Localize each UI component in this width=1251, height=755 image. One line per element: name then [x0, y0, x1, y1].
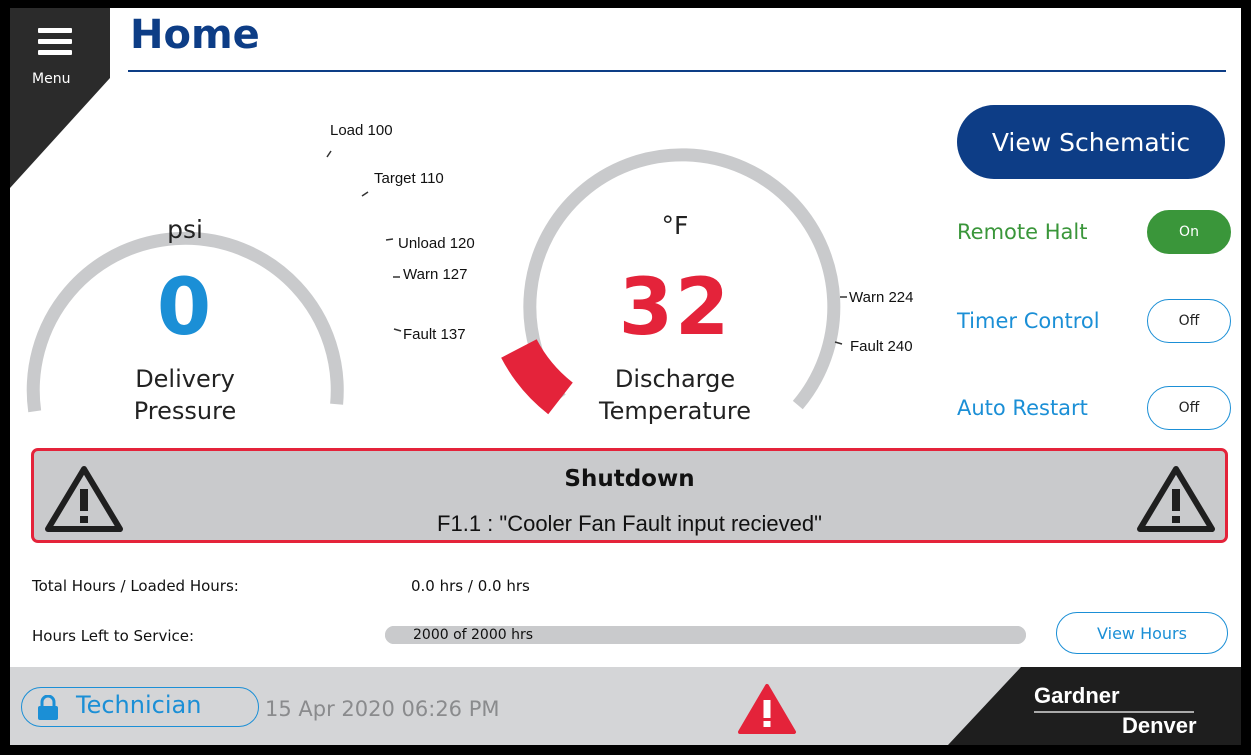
temperature-name: Discharge Temperature	[565, 363, 785, 427]
alarm-title: Shutdown	[564, 466, 695, 492]
temperature-name-line2: Temperature	[598, 397, 752, 425]
total-hours-value: 0.0 hrs / 0.0 hrs	[411, 577, 530, 595]
temperature-value: 32	[618, 263, 732, 353]
total-hours-label: Total Hours / Loaded Hours:	[32, 577, 239, 595]
warning-triangle-icon	[1137, 466, 1215, 532]
temperature-name-line1: Discharge	[614, 365, 736, 393]
view-hours-button[interactable]: View Hours	[1056, 612, 1228, 654]
alarm-banner[interactable]: Shutdown F1.1 : "Cooler Fan Fault input …	[31, 448, 1228, 543]
remote-halt-label: Remote Halt	[957, 220, 1088, 244]
svg-text:Gardner: Gardner	[1034, 683, 1120, 708]
view-schematic-button[interactable]: View Schematic	[957, 105, 1225, 179]
temperature-gauge: Warn 224 Fault 240	[501, 148, 913, 415]
status-bar: Technician 15 Apr 2020 06:26 PM Gardner …	[10, 667, 1241, 745]
temperature-unit: °F	[661, 211, 689, 240]
service-hours-label: Hours Left to Service:	[32, 627, 195, 645]
timer-control-label: Timer Control	[957, 309, 1100, 333]
auto-restart-toggle[interactable]: Off	[1147, 386, 1231, 430]
tick-mark-fault-temp	[834, 341, 843, 345]
auto-restart-label: Auto Restart	[957, 396, 1088, 420]
gardner-denver-logo: Gardner Denver	[948, 667, 1241, 745]
threshold-label-fault-temp: Fault 240	[850, 338, 913, 355]
service-progress-bar: 2000 of 2000 hrs	[385, 626, 1026, 644]
temperature-level-arc	[501, 338, 574, 415]
svg-text:Denver: Denver	[1122, 713, 1197, 738]
timer-control-toggle[interactable]: Off	[1147, 299, 1231, 343]
alarm-message: F1.1 : "Cooler Fan Fault input recieved"	[437, 511, 822, 536]
screen: Menu Home Load 100 Target 110 Unload 120…	[10, 8, 1241, 745]
service-hours-value: 2000 of 2000 hrs	[413, 627, 534, 643]
threshold-label-warn-temp: Warn 224	[849, 289, 913, 306]
remote-halt-toggle[interactable]: On	[1147, 210, 1231, 254]
